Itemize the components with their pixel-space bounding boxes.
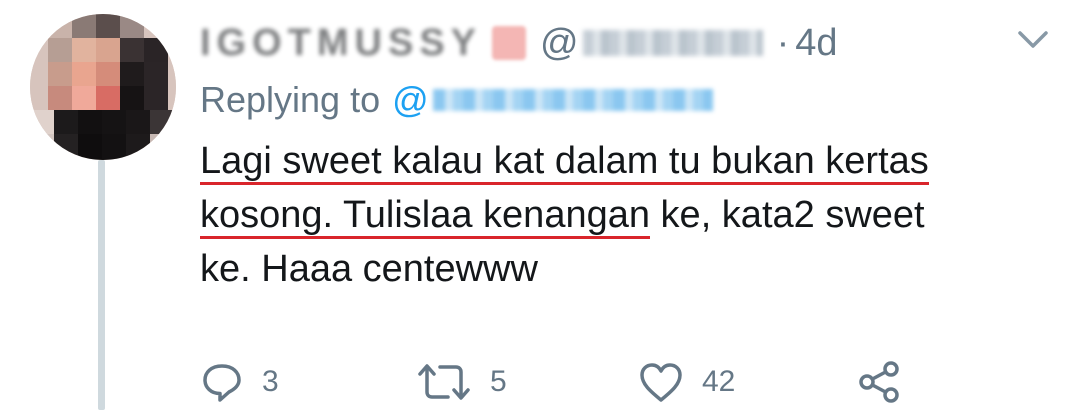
tweet-line-1: Lagi sweet kalau kat dalam tu bukan kert… (200, 134, 1060, 188)
gift-emoji-icon (492, 26, 527, 60)
like-count: 42 (702, 365, 736, 398)
highlighted-text: Lagi sweet kalau kat dalam tu bukan kert… (200, 140, 929, 185)
reply-handle-redacted[interactable] (432, 89, 713, 111)
tweet-line-3: ke. Haaa centewww (200, 242, 1060, 296)
share-button[interactable] (858, 354, 902, 410)
tweet-line-2: kosong. Tulislaa kenangan ke, kata2 swee… (200, 188, 1060, 242)
replying-label: Replying to (200, 79, 381, 120)
retweet-icon (418, 364, 470, 400)
avatar[interactable] (30, 14, 176, 160)
avatar-image (30, 14, 176, 160)
handle-prefix[interactable]: @ (540, 22, 579, 65)
retweet-count: 5 (490, 365, 507, 398)
tweet-text: Lagi sweet kalau kat dalam tu bukan kert… (200, 134, 1060, 296)
handle-redacted[interactable] (582, 30, 763, 56)
chevron-down-icon[interactable] (1016, 28, 1050, 52)
reply-icon (203, 364, 241, 402)
separator-dot: · (776, 21, 790, 64)
like-button[interactable]: 42 (638, 354, 735, 410)
retweet-button[interactable]: 5 (416, 354, 507, 410)
highlighted-text: kosong. Tulislaa kenangan (200, 194, 650, 239)
heart-icon (640, 363, 682, 402)
thread-line (98, 160, 105, 410)
plain-text: ke, kata2 sweet (650, 194, 925, 236)
plain-text: ke. Haaa centewww (200, 248, 538, 290)
display-name[interactable]: IGOTMUSSY (200, 22, 482, 65)
reply-handle-prefix[interactable]: @ (392, 79, 429, 121)
share-icon (859, 361, 899, 403)
action-bar: 3 5 42 (200, 354, 960, 410)
tweet-header: IGOTMUSSY @ · 4d (200, 14, 838, 72)
reply-button[interactable]: 3 (200, 354, 279, 410)
replying-to: Replying to @ (200, 74, 713, 126)
timestamp[interactable]: 4d (795, 22, 837, 65)
reply-count: 3 (262, 365, 279, 398)
